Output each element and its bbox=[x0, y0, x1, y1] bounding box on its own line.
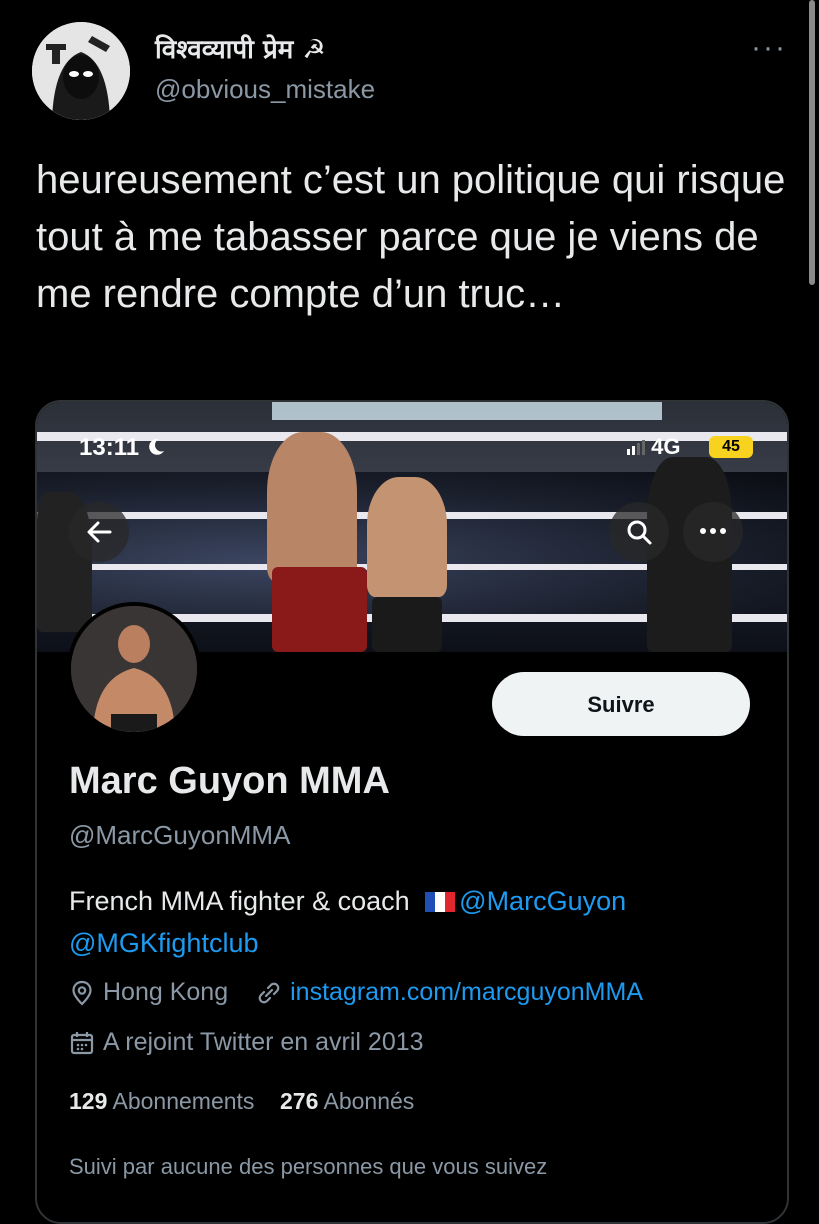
embedded-screenshot[interactable]: 13:11 4G 45 Suivre Marc Guyon MMA @MarcG… bbox=[35, 400, 789, 1224]
followers-count: 276 bbox=[280, 1088, 319, 1114]
status-network: 4G bbox=[627, 434, 680, 460]
signal-icon bbox=[627, 440, 645, 455]
fighter-left-shorts bbox=[272, 567, 367, 652]
followers-link[interactable]: 276 Abonnés bbox=[280, 1088, 414, 1114]
bio-mention-marcguyon[interactable]: @MarcGuyon bbox=[459, 886, 626, 916]
status-time-text: 13:11 bbox=[79, 434, 140, 461]
location-icon bbox=[72, 980, 92, 1006]
profile-joined: A rejoint Twitter en avril 2013 bbox=[103, 1028, 424, 1056]
arena-screen bbox=[272, 402, 662, 420]
followers-label: Abonnés bbox=[323, 1088, 415, 1114]
france-flag-icon bbox=[425, 882, 456, 912]
more-icon bbox=[700, 527, 726, 534]
profile-location: Hong Kong bbox=[103, 978, 229, 1006]
calendar-icon bbox=[70, 1031, 94, 1054]
profile-handle: @MarcGuyonMMA bbox=[69, 820, 291, 850]
profile-more-button[interactable] bbox=[683, 502, 743, 562]
scrollbar[interactable] bbox=[809, 0, 815, 290]
search-button[interactable] bbox=[609, 502, 669, 562]
profile-meta-location-row: Hong Kong instagram.com/marcguyonMMA bbox=[69, 978, 643, 1007]
back-arrow-icon bbox=[87, 521, 112, 543]
link-icon bbox=[258, 982, 280, 1003]
back-button[interactable] bbox=[69, 502, 129, 562]
more-options-button[interactable]: ··· bbox=[751, 33, 787, 63]
profile-avatar-image bbox=[71, 606, 197, 732]
tweet-text: heureusement c’est un politique qui risq… bbox=[36, 158, 786, 316]
fighter-left bbox=[267, 432, 357, 582]
author-name[interactable]: विश्वव्यापी प्रेम ☭ bbox=[155, 30, 326, 66]
bio-mention-mgkfightclub[interactable]: @MGKfightclub bbox=[69, 928, 258, 958]
profile-meta-joined-row: A rejoint Twitter en avril 2013 bbox=[69, 1028, 424, 1057]
scrollbar-thumb[interactable] bbox=[809, 0, 815, 285]
bio-text: French MMA fighter & coach bbox=[69, 886, 410, 916]
author-avatar[interactable] bbox=[32, 22, 130, 120]
battery-indicator: 45 bbox=[709, 436, 753, 458]
avatar-image bbox=[32, 22, 130, 120]
follow-stats: 129 Abonnements 276 Abonnés bbox=[69, 1088, 414, 1115]
fighter-right bbox=[367, 477, 447, 597]
search-icon bbox=[627, 520, 652, 545]
network-type: 4G bbox=[651, 434, 681, 459]
following-link[interactable]: 129 Abonnements bbox=[69, 1088, 254, 1114]
profile-website-link[interactable]: instagram.com/marcguyonMMA bbox=[290, 978, 643, 1007]
profile-name: Marc Guyon MMA bbox=[69, 760, 390, 802]
moon-icon bbox=[148, 438, 164, 455]
profile-avatar[interactable] bbox=[67, 602, 201, 736]
profile-bio: French MMA fighter & coach @MarcGuyon @M… bbox=[69, 880, 759, 964]
follow-button[interactable]: Suivre bbox=[492, 672, 750, 736]
followed-by-text: Suivi par aucune des personnes que vous … bbox=[69, 1154, 548, 1179]
following-label: Abonnements bbox=[112, 1088, 255, 1114]
following-count: 129 bbox=[69, 1088, 108, 1114]
status-time: 13:11 bbox=[79, 434, 166, 462]
fighter-right-shorts bbox=[372, 597, 442, 652]
author-handle[interactable]: @obvious_mistake bbox=[155, 74, 375, 105]
